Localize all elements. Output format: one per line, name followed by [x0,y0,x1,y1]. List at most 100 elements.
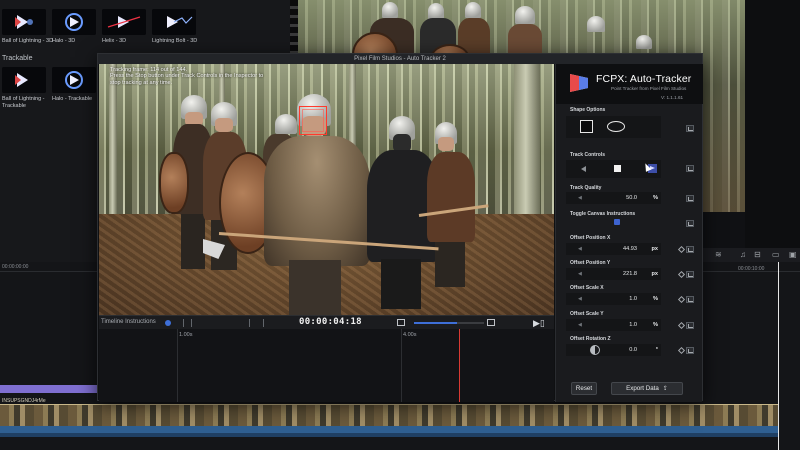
browser-section-trackable: Trackable [2,55,33,62]
scale-x-value: 1.0 [629,296,637,302]
export-icon: ⇪ [662,386,668,392]
keyframe-icon[interactable] [677,270,686,279]
slider-arrow-icon: ◀ [578,246,582,252]
rotation-z-value: 0.0 [629,347,637,353]
offset-y-label: Offset Position Y [570,260,611,266]
face [438,137,454,151]
offset-x-value: 44.93 [623,246,637,252]
effect-label: Ball of Lightning - 3D [2,38,54,44]
legs [181,214,205,269]
export-data-label: Export Data [626,385,659,392]
square-shape-icon[interactable] [580,120,593,133]
keyframe-icon[interactable] [677,245,686,254]
track-backward-icon[interactable] [581,166,586,172]
track-quality-label: Track Quality [570,185,602,191]
scale-x-unit: % [653,296,658,302]
legs [435,242,465,287]
helmet [275,114,297,134]
toggle-canvas-label: Toggle Canvas Instructions [570,211,636,217]
scrub-tick [249,319,250,327]
effect-thumb-ball-of-lightning-trackable[interactable] [2,67,46,93]
clip-appearance-icon[interactable]: ▭ [772,250,780,259]
timeline-gridline [177,329,178,402]
legs [289,260,341,315]
reset-scale-x-button[interactable] [686,296,694,303]
reset-scale-y-button[interactable] [686,322,694,329]
export-data-button[interactable]: Export Data ⇪ [611,382,683,395]
audio-meter-icon[interactable]: ≋ [715,250,722,259]
track-quality-field[interactable]: ◀ 50.0 % [566,192,661,204]
oval-shape-icon[interactable] [607,121,625,132]
tracker-box[interactable] [299,106,327,135]
effect-label: Helix - 3D [102,38,127,44]
out-point-icon[interactable] [487,319,495,326]
face [215,118,233,132]
effect-thumb-halo-trackable[interactable] [52,67,96,93]
shape-options-group [566,116,661,138]
timeline-playhead[interactable] [778,262,779,450]
track-quality-value: 50.0 [626,195,637,201]
ruler-tick-label: 00:00:10:00 [738,266,765,272]
effect-thumb-lightning-bolt-3d[interactable] [152,9,196,35]
shape-options-label: Shape Options [570,107,606,113]
effect-thumb-helix-3d[interactable] [102,9,146,35]
tracking-viewer[interactable] [99,64,554,315]
effect-label: Ball of Lightning - Trackable [2,96,45,109]
stop-instruction-text-2: stop tracking at any time. [110,79,173,86]
scale-x-label: Offset Scale X [570,285,604,291]
offset-x-field[interactable]: ◀ 44.93 px [566,243,661,255]
audio-clip[interactable] [0,426,778,433]
zoom-icon[interactable]: ▣ [789,250,797,259]
timeline-instructions-label: Timeline Instructions [101,319,156,325]
rotation-z-field[interactable]: 0.0 ° [566,344,661,356]
offset-y-value: 221.8 [623,271,637,277]
offset-x-label: Offset Position X [570,235,611,241]
headphones-icon[interactable]: ♫ [740,250,746,259]
scale-y-value: 1.0 [629,322,637,328]
reset-rotation-button[interactable] [686,347,694,354]
slider-arrow-icon: ◀ [578,271,582,277]
keyframe-icon[interactable] [677,321,686,330]
shield [159,152,189,214]
offset-x-unit: px [651,246,658,252]
reset-canvas-button[interactable] [686,220,694,227]
timeline-gridline [401,329,402,402]
rotation-dial-icon[interactable] [590,345,600,355]
reset-offset-y-button[interactable] [686,271,694,278]
keyframe-icon[interactable] [677,346,686,355]
toggle-canvas-checkbox[interactable] [614,219,620,225]
snapping-icon[interactable]: ⊟ [754,250,761,259]
slider-arrow-icon: ◀ [578,322,582,328]
video-clip[interactable] [0,404,778,426]
rotation-z-unit: ° [655,347,658,353]
plugin-playhead[interactable] [459,329,460,402]
zoom-slider[interactable] [414,322,484,324]
in-point-icon[interactable] [397,319,405,326]
info-dot-icon[interactable] [165,320,171,326]
effect-thumb-ball-of-lightning-3d[interactable] [2,9,46,35]
helmet [382,2,398,18]
plugin-timeline[interactable]: 1.00s 4.00s [99,329,554,402]
pixel-film-logo-icon [570,74,588,92]
reset-shape-button[interactable] [686,125,694,132]
scale-y-field[interactable]: ◀ 1.0 % [566,319,661,331]
slider-arrow-icon: ◀ [578,195,582,201]
plugin-version: V: 1.1.1.61 [661,95,684,100]
effect-thumb-halo-3d[interactable] [52,9,96,35]
helmet [428,3,444,19]
scale-x-field[interactable]: ◀ 1.0 % [566,293,661,305]
scrub-tick [191,319,192,327]
audio-waveform [0,433,778,437]
reset-button[interactable]: Reset [571,382,597,395]
title-clip[interactable] [0,385,97,393]
host-panel-edge [745,0,800,262]
reset-offset-x-button[interactable] [686,246,694,253]
plugin-subtitle: Point Tracker from Pixel Film Studios [611,86,687,91]
reset-quality-button[interactable] [686,195,694,202]
film-icon[interactable]: ▶▯ [533,319,545,328]
reset-controls-button[interactable] [686,165,694,172]
stop-tracking-icon[interactable] [614,165,621,172]
keyframe-icon[interactable] [677,295,686,304]
offset-y-field[interactable]: ◀ 221.8 px [566,268,661,280]
timecode-display: 00:00:04:18 [299,317,362,327]
